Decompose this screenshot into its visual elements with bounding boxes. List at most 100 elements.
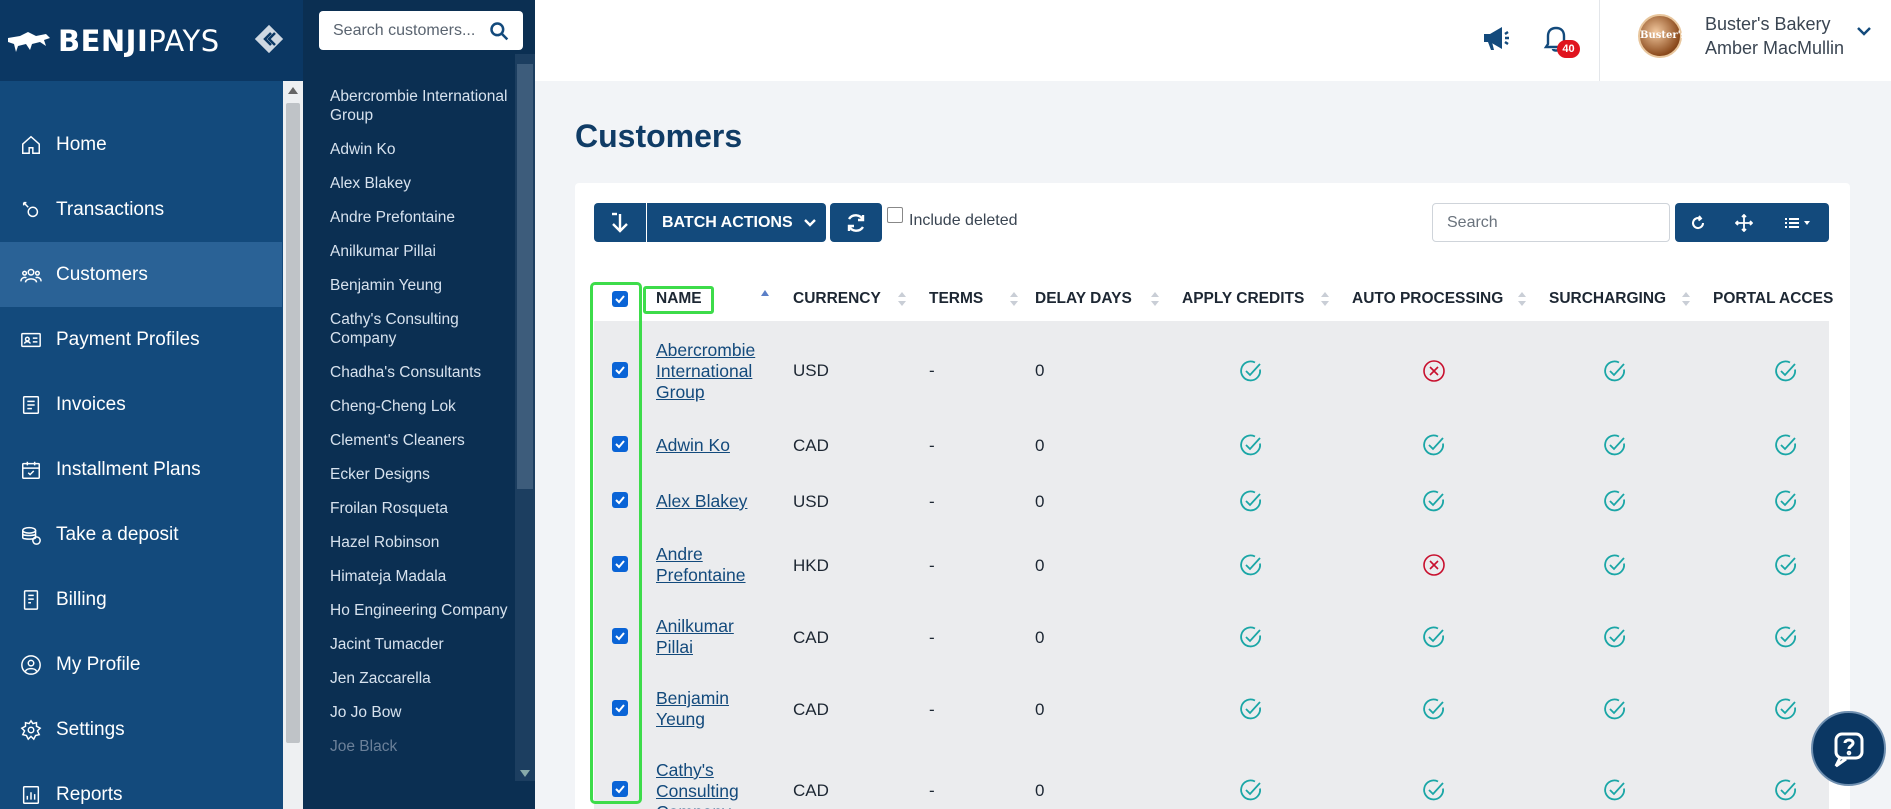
nav-item-invoices[interactable]: Invoices (0, 372, 282, 437)
row-checkbox[interactable] (612, 700, 628, 716)
customer-list-item[interactable]: Alex Blakey (330, 174, 510, 193)
search-icon[interactable] (489, 21, 509, 41)
nav-scroll-thumb[interactable] (286, 103, 300, 743)
customer-list-item[interactable]: Clement's Cleaners (330, 431, 510, 450)
brand-name: BENJIPAYS (58, 23, 220, 58)
nav-item-my-profile[interactable]: My Profile (0, 632, 282, 697)
fullscreen-button[interactable] (1721, 203, 1767, 242)
customer-list-item[interactable]: Froilan Rosqueta (330, 499, 510, 518)
row-checkbox[interactable] (612, 628, 628, 644)
refresh-button[interactable] (1675, 203, 1721, 242)
table-row: Benjamin Yeung CAD - 0 (594, 660, 1829, 732)
column-header-surcharging[interactable]: SURCHARGING (1549, 277, 1666, 321)
customer-list-item[interactable]: Himateja Madala (330, 567, 510, 586)
chevron-down-icon[interactable] (1855, 22, 1873, 40)
scroll-down-icon[interactable] (520, 770, 530, 777)
check-circle-icon (1775, 434, 1796, 456)
nav-item-reports[interactable]: Reports (0, 762, 282, 809)
nav-item-payment-profiles[interactable]: Payment Profiles (0, 307, 282, 372)
nav-scrollbar[interactable] (283, 81, 303, 809)
customer-name-link[interactable]: Andre Prefontaine (656, 544, 756, 586)
customer-list-item[interactable]: Jen Zaccarella (330, 669, 510, 688)
sort-asc-icon[interactable] (761, 289, 769, 305)
customer-list-item[interactable]: Cathy's Consulting Company (330, 310, 510, 348)
row-checkbox[interactable] (612, 556, 628, 572)
select-all-checkbox[interactable] (612, 291, 628, 307)
customer-name-link[interactable]: Abercrombie International Group (656, 340, 771, 403)
customer-list-item[interactable]: Benjamin Yeung (330, 276, 510, 295)
customer-list-panel: Abercrombie International Group Adwin Ko… (303, 0, 535, 809)
customer-name-link[interactable]: Alex Blakey (656, 491, 771, 512)
customer-list-item[interactable]: Adwin Ko (330, 140, 510, 159)
row-checkbox[interactable] (612, 781, 628, 797)
scroll-up-icon[interactable] (288, 87, 298, 94)
customer-list-item[interactable]: Abercrombie International Group (330, 87, 510, 125)
row-checkbox[interactable] (612, 436, 628, 452)
column-header-apply-credits[interactable]: APPLY CREDITS (1182, 277, 1304, 321)
business-avatar[interactable]: Buster's (1638, 14, 1686, 58)
table-search-input[interactable] (1432, 203, 1670, 242)
collapse-nav-button[interactable] (252, 22, 286, 56)
customer-list-item[interactable]: Jacint Tumacder (330, 635, 510, 654)
customer-list-item[interactable]: Andre Prefontaine (330, 208, 510, 227)
check-circle-icon (1240, 434, 1261, 456)
customer-name-link[interactable]: Benjamin Yeung (656, 688, 756, 730)
nav-item-home[interactable]: Home (0, 112, 282, 177)
customer-list-item[interactable]: Chadha's Consultants (330, 363, 510, 382)
column-header-terms[interactable]: TERMS (929, 277, 983, 321)
sort-icon[interactable] (1010, 291, 1018, 307)
customer-name-link[interactable]: Anilkumar Pillai (656, 616, 756, 658)
business-name[interactable]: Buster's Bakery (1705, 14, 1830, 35)
sort-icon[interactable] (1682, 291, 1690, 307)
customer-name-link[interactable]: Adwin Ko (656, 435, 771, 456)
nav-item-billing[interactable]: Billing (0, 567, 282, 632)
customer-list-scroll-thumb[interactable] (517, 64, 533, 489)
customer-list-item[interactable]: Joe Black (330, 737, 510, 756)
sort-icon[interactable] (1151, 291, 1159, 307)
column-header-currency[interactable]: CURRENCY (793, 277, 881, 321)
include-deleted-toggle[interactable]: Include deleted (887, 207, 1018, 230)
table-header: NAME CURRENCY TERMS DELAY DAYS APPLY CRE… (594, 277, 1833, 321)
check-circle-icon (1604, 490, 1625, 512)
column-header-delay-days[interactable]: DELAY DAYS (1035, 277, 1132, 321)
column-header-auto-processing[interactable]: AUTO PROCESSING (1352, 277, 1503, 321)
megaphone-icon[interactable] (1480, 22, 1512, 54)
currency-cell: CAD (793, 781, 829, 800)
user-name[interactable]: Amber MacMullin (1705, 38, 1844, 59)
currency-cell: USD (793, 361, 829, 380)
include-deleted-checkbox[interactable] (887, 207, 903, 223)
customer-list-scrollbar[interactable] (515, 54, 535, 781)
customer-list-item[interactable]: Ecker Designs (330, 465, 510, 484)
batch-actions-button[interactable]: BATCH ACTIONS (647, 203, 826, 242)
sync-button[interactable] (830, 203, 882, 242)
check-circle-icon (1240, 490, 1261, 512)
help-chat-button[interactable] (1811, 711, 1886, 786)
customer-search-input[interactable] (333, 21, 483, 40)
row-checkbox[interactable] (612, 492, 628, 508)
sort-icon[interactable] (898, 291, 906, 307)
column-header-name[interactable]: NAME (656, 277, 702, 321)
nav-item-label: Billing (56, 588, 107, 610)
brand-logo[interactable]: BENJIPAYS (6, 24, 220, 58)
refresh-icon (1692, 214, 1705, 229)
nav-item-transactions[interactable]: Transactions (0, 177, 282, 242)
customer-list-item[interactable]: Cheng-Cheng Lok (330, 397, 510, 416)
sort-icon[interactable] (1518, 291, 1526, 307)
row-checkbox[interactable] (612, 362, 628, 378)
check-icon (615, 632, 625, 641)
nav-item-installment-plans[interactable]: Installment Plans (0, 437, 282, 502)
customer-list-item[interactable]: Ho Engineering Company (330, 601, 510, 620)
sort-icon[interactable] (1321, 291, 1329, 307)
nav-item-take-a-deposit[interactable]: Take a deposit (0, 502, 282, 567)
column-header-portal-access[interactable]: PORTAL ACCES (1713, 277, 1833, 321)
nav-item-customers[interactable]: Customers (0, 242, 282, 307)
customer-name-link[interactable]: Cathy's Consulting Company (656, 760, 756, 809)
customer-list-item[interactable]: Hazel Robinson (330, 533, 510, 552)
nav-item-settings[interactable]: Settings (0, 697, 282, 762)
sort-toggle-button[interactable] (594, 203, 646, 242)
dog-logo-icon (8, 31, 50, 52)
columns-dropdown-button[interactable] (1767, 203, 1829, 242)
customer-list-item[interactable]: Anilkumar Pillai (330, 242, 510, 261)
customer-list-item[interactable]: Jo Jo Bow (330, 703, 510, 722)
nav-item-label: Customers (56, 263, 148, 285)
